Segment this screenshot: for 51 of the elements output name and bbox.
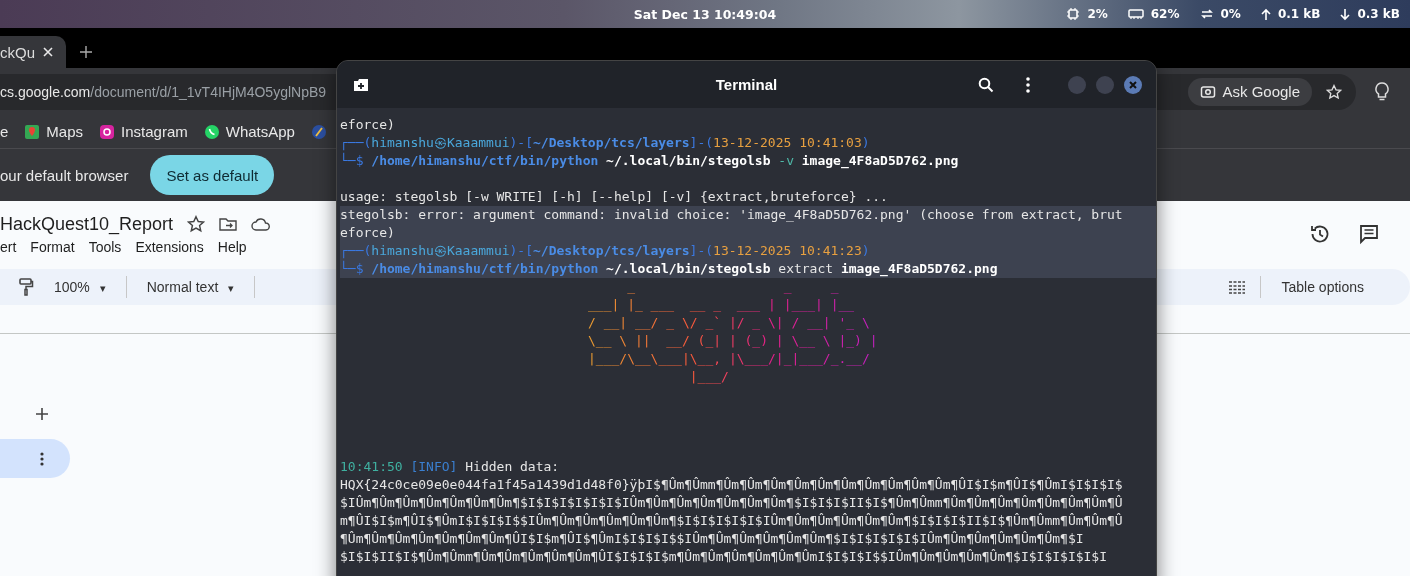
more-icon[interactable] bbox=[40, 451, 44, 466]
zoom-dropdown[interactable]: 100% ▾ bbox=[48, 278, 112, 296]
search-icon[interactable] bbox=[978, 76, 994, 93]
bookmark[interactable] bbox=[310, 123, 327, 140]
status-reading: 2% bbox=[1087, 7, 1108, 21]
folder-icon[interactable] bbox=[219, 216, 238, 232]
table-options-button[interactable]: Table options bbox=[1275, 278, 1370, 296]
window-title: Terminal bbox=[715, 76, 778, 93]
new-tab-icon[interactable] bbox=[80, 46, 92, 58]
add-tab-icon[interactable] bbox=[36, 408, 48, 420]
menu-item[interactable]: Extensions bbox=[135, 238, 204, 255]
comment-icon[interactable] bbox=[1358, 223, 1380, 245]
up-arrow-icon bbox=[1260, 7, 1271, 21]
paint-roller-icon[interactable] bbox=[18, 278, 34, 296]
status-reading: 0% bbox=[1220, 7, 1241, 21]
new-tab-icon[interactable] bbox=[353, 77, 369, 92]
close-icon[interactable] bbox=[43, 47, 53, 57]
text-style-dropdown[interactable]: Normal text ▾ bbox=[140, 278, 241, 296]
bookmark[interactable]: Maps bbox=[24, 123, 84, 140]
cloud-icon[interactable] bbox=[251, 217, 272, 231]
camera-icon bbox=[1200, 83, 1217, 100]
feather-icon bbox=[310, 123, 327, 140]
swap-arrows-icon bbox=[1199, 7, 1214, 21]
menu-item[interactable]: ert bbox=[0, 238, 17, 255]
map-pin-icon bbox=[24, 123, 41, 140]
bookmark[interactable]: WhatsApp bbox=[203, 123, 295, 140]
menu-icon[interactable] bbox=[1026, 76, 1030, 93]
chip-icon bbox=[1066, 7, 1081, 21]
default-browser-message: our default browser bbox=[0, 166, 129, 184]
set-as-default-button[interactable]: Set as default bbox=[150, 155, 275, 195]
status-reading: 0.1 kB bbox=[1277, 7, 1321, 21]
star-icon[interactable] bbox=[187, 215, 206, 233]
bookmark[interactable]: e bbox=[0, 123, 9, 140]
menu-item[interactable]: Format bbox=[30, 238, 75, 255]
camera-icon bbox=[99, 123, 116, 140]
bookmark[interactable]: Instagram bbox=[99, 123, 188, 140]
document-title[interactable]: HackQuest10_Report bbox=[0, 213, 174, 235]
close-icon[interactable] bbox=[1124, 75, 1142, 94]
status-reading: 0.3 kB bbox=[1357, 7, 1400, 21]
menu-item[interactable]: Help bbox=[217, 238, 247, 255]
menu-item[interactable]: Tools bbox=[88, 238, 122, 255]
lightbulb-icon[interactable] bbox=[1374, 81, 1390, 102]
down-arrow-icon bbox=[1340, 7, 1351, 21]
status-reading: 62% bbox=[1150, 7, 1180, 21]
memory-icon bbox=[1127, 8, 1144, 20]
browser-tab[interactable]: ckQu bbox=[0, 36, 66, 68]
panel-clock: Sat Dec 13 10:49:04 bbox=[633, 6, 777, 22]
phone-bubble-icon bbox=[203, 123, 220, 140]
table-icon[interactable] bbox=[1228, 280, 1247, 294]
ask-google-button[interactable]: Ask Google bbox=[1188, 77, 1312, 106]
history-icon[interactable] bbox=[1309, 223, 1331, 245]
